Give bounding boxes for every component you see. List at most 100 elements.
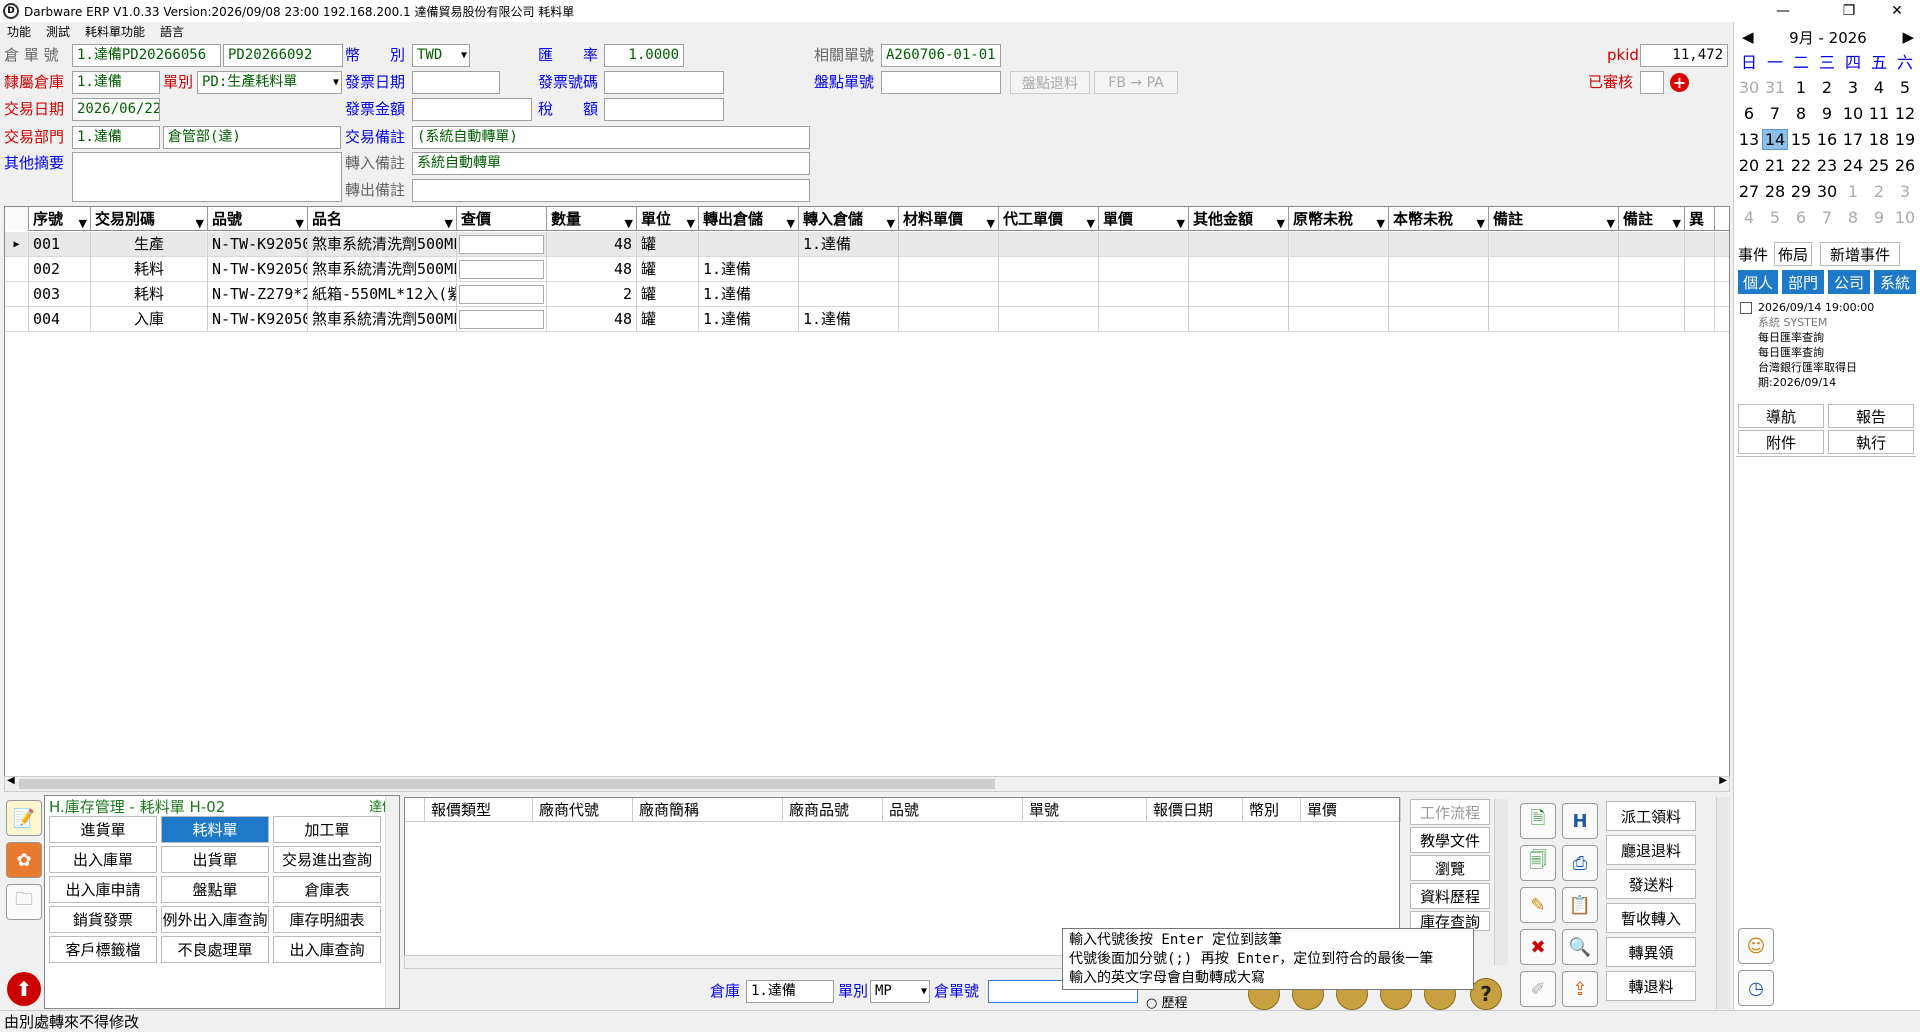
price-check-input[interactable] bbox=[459, 235, 544, 254]
disabled-edit-icon[interactable]: ✐ bbox=[1520, 971, 1556, 1007]
h-search-icon[interactable]: H bbox=[1562, 803, 1598, 839]
fb-pa-button[interactable]: FB → PA bbox=[1094, 71, 1178, 94]
upload-icon[interactable]: ⬆ bbox=[7, 972, 41, 1006]
inventory-no-field[interactable] bbox=[881, 71, 1001, 94]
module-scrollbar[interactable] bbox=[385, 796, 399, 1008]
col-diff[interactable]: 異 bbox=[1685, 207, 1715, 231]
nav-defect[interactable]: 不良處理單 bbox=[161, 936, 269, 963]
calendar-week[interactable]: 30 31 1 2 3 4 5 bbox=[1736, 74, 1920, 100]
col-vendor-name[interactable]: 廠商簡稱 bbox=[633, 798, 783, 822]
scroll-thumb[interactable] bbox=[19, 779, 995, 789]
scroll-right-icon[interactable]: ▶ bbox=[1719, 775, 1727, 786]
nav-trade-query[interactable]: 交易進出查詢 bbox=[273, 846, 381, 873]
flower-icon[interactable]: ✿ bbox=[6, 842, 42, 878]
execute-button[interactable]: 執行 bbox=[1828, 430, 1914, 454]
menu-test[interactable]: 測試 bbox=[39, 23, 78, 40]
col-type[interactable]: 交易別碼 ▼ bbox=[91, 207, 208, 231]
col-item[interactable]: 品號 bbox=[883, 798, 1023, 822]
tab-events[interactable]: 事件 bbox=[1738, 244, 1768, 265]
col-price[interactable]: 單價 ▼ bbox=[1099, 207, 1189, 231]
invoice-date-field[interactable] bbox=[412, 71, 500, 94]
nav-warehouse[interactable]: 倉庫表 bbox=[273, 876, 381, 903]
nav-inventory[interactable]: 盤點單 bbox=[161, 876, 269, 903]
col-item-name[interactable]: 品名 ▼ bbox=[308, 207, 457, 231]
transfer-return-button[interactable]: 轉退料 bbox=[1606, 971, 1696, 1001]
copy-document-icon[interactable]: 🗐 bbox=[1520, 845, 1556, 881]
nav-inout-query[interactable]: 出入庫查詢 bbox=[273, 936, 381, 963]
nav-customer-label[interactable]: 客戶標籤檔 bbox=[49, 936, 157, 963]
edit-document-icon[interactable]: ✎ bbox=[1520, 887, 1556, 923]
nav-exception-query[interactable]: 例外出入庫查詢 bbox=[161, 906, 269, 933]
inventory-return-button[interactable]: 盤點退料 bbox=[1010, 71, 1090, 94]
nav-purchase[interactable]: 進貨單 bbox=[49, 816, 157, 843]
price-check-input[interactable] bbox=[459, 310, 544, 329]
nav-sales-invoice[interactable]: 銷貨發票 bbox=[49, 906, 157, 933]
col-note[interactable]: 備註 ▼ bbox=[1489, 207, 1619, 231]
calendar-week[interactable]: 4 5 6 7 8 9 10 bbox=[1736, 204, 1920, 230]
col-oem-price[interactable]: 代工單價 ▼ bbox=[999, 207, 1099, 231]
attachment-button[interactable]: 附件 bbox=[1738, 430, 1824, 454]
col-quote-type[interactable]: 報價類型 bbox=[425, 798, 533, 822]
new-document-icon[interactable]: 🗎 bbox=[1520, 803, 1556, 839]
return-material-button[interactable]: 廳退退料 bbox=[1606, 835, 1696, 865]
workflow-scrollbar[interactable] bbox=[1494, 799, 1508, 965]
menu-function[interactable]: 功能 bbox=[0, 23, 39, 40]
col-vendor-item[interactable]: 廠商品號 bbox=[783, 798, 883, 822]
trade-note-field[interactable]: (系統自動轉單) bbox=[412, 126, 810, 149]
tab-new-event[interactable]: 新增事件 bbox=[1820, 242, 1900, 266]
workflow-button[interactable]: 工作流程 bbox=[1410, 799, 1490, 825]
col-orig-untaxed[interactable]: 原幣未稅 ▼ bbox=[1289, 207, 1389, 231]
col-currency[interactable]: 幣別 bbox=[1243, 798, 1301, 822]
transfer-in-note-field[interactable]: 系統自動轉單 bbox=[412, 152, 810, 175]
col-quote-date[interactable]: 報價日期 bbox=[1147, 798, 1243, 822]
clipboard-icon[interactable]: 📋 bbox=[1562, 887, 1598, 923]
col-note-2[interactable]: 備註 ▼ bbox=[1619, 207, 1685, 231]
table-row[interactable]: 003 耗料 N-TW-Z279*2 紙箱-550ML*12入(紫 2 罐 1.… bbox=[5, 282, 1729, 307]
col-in-wh[interactable]: 轉入倉儲 ▼ bbox=[799, 207, 899, 231]
transfer-diff-button[interactable]: 轉異領 bbox=[1606, 937, 1696, 967]
maximize-button[interactable]: ❐ bbox=[1826, 0, 1872, 22]
next-month-icon[interactable]: ▶ bbox=[1902, 28, 1914, 46]
calendar-week[interactable]: 6 7 8 9 10 11 12 bbox=[1736, 100, 1920, 126]
col-price-check[interactable]: 查價 bbox=[457, 207, 547, 231]
col-local-untaxed[interactable]: 本幣未稅 ▼ bbox=[1389, 207, 1489, 231]
col-other-amount[interactable]: 其他金額 ▼ bbox=[1189, 207, 1289, 231]
nav-stock-detail[interactable]: 庫存明細表 bbox=[273, 906, 381, 933]
col-unit[interactable]: 單位 ▼ bbox=[637, 207, 699, 231]
table-row[interactable]: 004 入庫 N-TW-K920500 煞車系統清洗劑500ML 48 罐 1.… bbox=[5, 307, 1729, 332]
currency-select[interactable]: TWD ▼ bbox=[412, 44, 470, 67]
col-doc[interactable]: 單號 bbox=[1023, 798, 1147, 822]
doc-no-field[interactable]: PD20266092 bbox=[223, 44, 343, 67]
folder-icon[interactable]: 🗀 bbox=[6, 884, 42, 920]
warehouse-no-field[interactable]: 1.達備PD20266056 bbox=[72, 44, 221, 67]
print-icon[interactable]: ⎙ bbox=[1562, 845, 1598, 881]
tab-layout[interactable]: 佈局 bbox=[1774, 242, 1812, 266]
trade-dept-field[interactable]: 1.達備 bbox=[72, 126, 160, 149]
filter-personal[interactable]: 個人 bbox=[1738, 270, 1778, 294]
belong-wh-field[interactable]: 1.達備 bbox=[72, 71, 160, 94]
col-seq[interactable]: 序號 ▼ bbox=[29, 207, 91, 231]
trade-date-field[interactable]: 2026/06/22 bbox=[72, 98, 160, 121]
table-row[interactable]: 002 耗料 N-TW-K920500 煞車系統清洗劑500ML 48 罐 1.… bbox=[5, 257, 1729, 282]
col-unit-price[interactable]: 單價 bbox=[1301, 798, 1401, 822]
scroll-left-icon[interactable]: ◀ bbox=[7, 775, 15, 786]
send-material-button[interactable]: 發送料 bbox=[1606, 869, 1696, 899]
menu-consume-function[interactable]: 耗料單功能 bbox=[78, 23, 153, 40]
doc-type-select[interactable]: PD:生產耗料單 ▼ bbox=[197, 71, 342, 94]
filter-system[interactable]: 系統 bbox=[1874, 270, 1916, 294]
nav-process[interactable]: 加工單 bbox=[273, 816, 381, 843]
calendar-week[interactable]: 20 21 22 23 24 25 26 bbox=[1736, 152, 1920, 178]
event-checkbox[interactable] bbox=[1740, 301, 1752, 314]
other-summary-field[interactable] bbox=[72, 152, 342, 202]
related-no-field[interactable]: A260706-01-01 bbox=[881, 44, 1001, 67]
minimize-button[interactable]: — bbox=[1760, 0, 1806, 22]
invoice-no-field[interactable] bbox=[604, 71, 724, 94]
data-history-button[interactable]: 資料歷程 bbox=[1410, 883, 1490, 909]
help-icon[interactable]: ? bbox=[1470, 978, 1502, 1010]
filter-company[interactable]: 公司 bbox=[1828, 270, 1870, 294]
col-vendor-code[interactable]: 廠商代號 bbox=[533, 798, 633, 822]
menu-language[interactable]: 語言 bbox=[153, 23, 192, 40]
side-scrollbar[interactable] bbox=[1716, 797, 1730, 1009]
col-material-price[interactable]: 材料單價 ▼ bbox=[899, 207, 999, 231]
table-row[interactable]: ▶ 001 生產 N-TW-K920500 煞車系統清洗劑500ML 48 罐 … bbox=[5, 232, 1729, 257]
